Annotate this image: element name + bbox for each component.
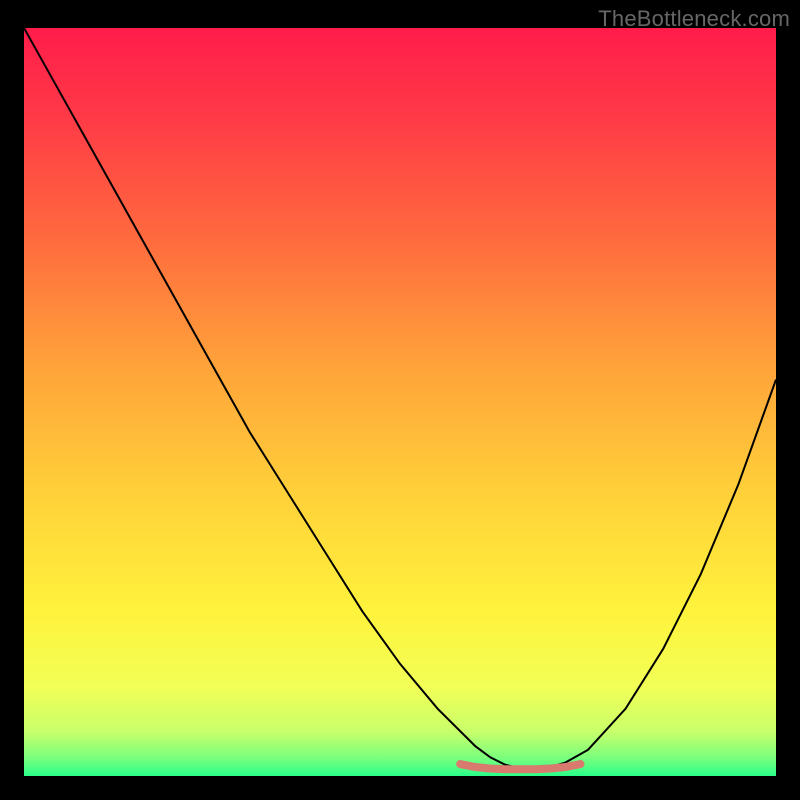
plot-area xyxy=(24,28,776,776)
watermark-text: TheBottleneck.com xyxy=(598,6,790,32)
chart-svg xyxy=(24,28,776,776)
chart-frame: TheBottleneck.com xyxy=(0,0,800,800)
